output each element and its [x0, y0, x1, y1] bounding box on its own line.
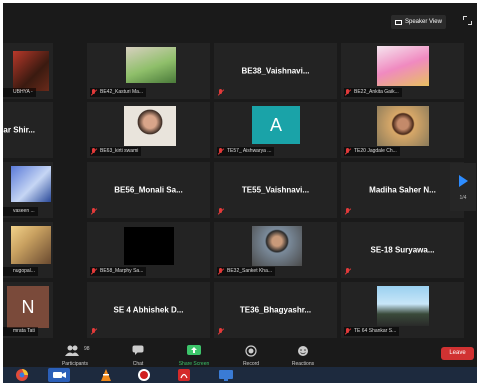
muted-mic-icon	[345, 208, 351, 215]
chat-button[interactable]: Chat	[116, 343, 160, 367]
participant-name: SE-18 Suryawa...	[370, 245, 435, 255]
reactions-icon	[298, 346, 308, 356]
zoom-meeting-window: Speaker View UBHYA - BE42_Kasturi Ma... BE…	[3, 3, 477, 383]
os-taskbar	[3, 367, 477, 383]
participant-photo	[377, 286, 429, 326]
muted-mic-icon	[91, 148, 97, 155]
share-screen-icon	[187, 345, 201, 355]
participant-name-label: BE42_Kasturi Ma...	[90, 88, 147, 97]
participant-tile[interactable]: BE38_Vaishnavi...	[214, 43, 337, 99]
participants-button[interactable]: 98 Participants	[53, 343, 97, 367]
muted-mic-icon	[91, 328, 97, 335]
leave-button[interactable]: Leave	[441, 347, 474, 360]
muted-mic-icon	[218, 328, 224, 335]
record-button[interactable]: Record	[229, 343, 273, 367]
participant-name-label: nugopal...	[3, 267, 38, 276]
top-bar: Speaker View	[3, 3, 477, 41]
next-page-button[interactable]: 1/4	[450, 163, 476, 211]
screen-app-icon[interactable]	[215, 368, 237, 382]
participant-name: umar Shir...	[3, 125, 35, 135]
fullscreen-icon[interactable]	[463, 16, 472, 25]
participant-photo	[377, 106, 429, 146]
participant-photo	[126, 47, 176, 83]
participant-name-label: mrata Tati	[3, 327, 38, 336]
participant-tile[interactable]: A TE57_ Aishwarya ...	[214, 102, 337, 158]
participant-photo	[11, 166, 51, 202]
speaker-view-button[interactable]: Speaker View	[391, 15, 446, 29]
participant-name: Madiha Saher N...	[369, 185, 436, 195]
participant-name-label: vaseen ...	[3, 207, 38, 216]
reactions-button[interactable]: Reactions	[281, 343, 325, 367]
muted-mic-icon	[345, 268, 351, 275]
grid-icon	[395, 19, 402, 25]
participant-tile[interactable]: nugopal...	[3, 222, 53, 278]
participant-name-label: TE57_ Aishwarya ...	[217, 147, 275, 156]
participant-tile[interactable]: BE63_kirti swami	[87, 102, 210, 158]
muted-mic-icon	[218, 268, 224, 275]
participant-name-label: BE58_Marphy Sa...	[90, 267, 147, 276]
muted-mic-icon	[218, 148, 224, 155]
muted-mic-icon	[91, 268, 97, 275]
participant-tile[interactable]: BE42_Kasturi Ma...	[87, 43, 210, 99]
arrow-right-icon	[459, 175, 468, 187]
muted-mic-icon	[345, 89, 351, 96]
page-indicator: 1/4	[459, 195, 467, 201]
participant-tile[interactable]: BE58_Marphy Sa...	[87, 222, 210, 278]
share-screen-button[interactable]: Share Screen	[172, 343, 216, 367]
participant-tile[interactable]: BE32_Sanket Kha...	[214, 222, 337, 278]
participant-name-label: BE32_Sanket Kha...	[217, 267, 276, 276]
muted-mic-icon	[345, 148, 351, 155]
participant-tile[interactable]: TE20 Jagdale Ch...	[341, 102, 464, 158]
muted-mic-icon	[218, 208, 224, 215]
participant-photo	[11, 226, 51, 264]
participant-name-label: BE63_kirti swami	[90, 147, 142, 156]
initial-avatar: N	[7, 286, 49, 328]
pdf-reader-icon[interactable]	[173, 368, 195, 382]
chat-icon	[132, 345, 144, 355]
speaker-view-label: Speaker View	[405, 19, 442, 25]
participant-photo	[377, 46, 429, 86]
participant-tile[interactable]: BE56_Monali Sa...	[87, 162, 210, 218]
participant-tile[interactable]: vaseen ...	[3, 162, 53, 218]
participant-tile[interactable]: TE36_Bhagyashr...	[214, 282, 337, 338]
participant-tile[interactable]: TE55_Vaishnavi...	[214, 162, 337, 218]
participant-tile[interactable]: Madiha Saher N...	[341, 162, 464, 218]
participant-name: BE56_Monali Sa...	[114, 185, 183, 195]
participants-count: 98	[84, 346, 90, 352]
meeting-toolbar: 98 Participants Chat Share Screen Record	[3, 340, 477, 370]
participant-tile[interactable]: UBHYA -	[3, 43, 53, 99]
participant-name: TE36_Bhagyashr...	[239, 305, 312, 315]
participant-name: SE 4 Abhishek D...	[113, 305, 184, 315]
participant-photo	[124, 227, 174, 265]
zoom-app-icon[interactable]	[48, 368, 70, 382]
participant-tile[interactable]: BE22_Ankita Gaik...	[341, 43, 464, 99]
participant-name-label: TE20 Jagdale Ch...	[344, 147, 400, 156]
participant-photo	[13, 51, 49, 91]
participants-icon	[65, 345, 79, 356]
record-app-icon[interactable]	[133, 368, 155, 382]
participant-tile[interactable]: SE-18 Suryawa...	[341, 222, 464, 278]
muted-mic-icon	[218, 89, 224, 96]
participant-name-label: UBHYA -	[3, 88, 36, 97]
record-icon	[245, 345, 257, 357]
muted-mic-icon	[91, 208, 97, 215]
muted-mic-icon	[345, 328, 351, 335]
chrome-icon[interactable]	[11, 368, 33, 382]
participant-tile[interactable]: Nmrata Tati	[3, 282, 53, 338]
vlc-icon[interactable]	[95, 368, 117, 382]
muted-mic-icon	[91, 89, 97, 96]
participant-tile[interactable]: TE 64 Shankar S...	[341, 282, 464, 338]
participant-photo	[124, 106, 176, 146]
participant-name: TE55_Vaishnavi...	[241, 185, 310, 195]
participant-tile[interactable]: SE 4 Abhishek D...	[87, 282, 210, 338]
participant-name: BE38_Vaishnavi...	[241, 66, 310, 76]
participant-name-label: TE 64 Shankar S...	[344, 327, 400, 336]
participant-photo	[252, 226, 302, 266]
participant-tile[interactable]: umar Shir...	[3, 102, 53, 158]
initial-avatar: A	[252, 106, 300, 144]
participant-name-label: BE22_Ankita Gaik...	[344, 88, 402, 97]
